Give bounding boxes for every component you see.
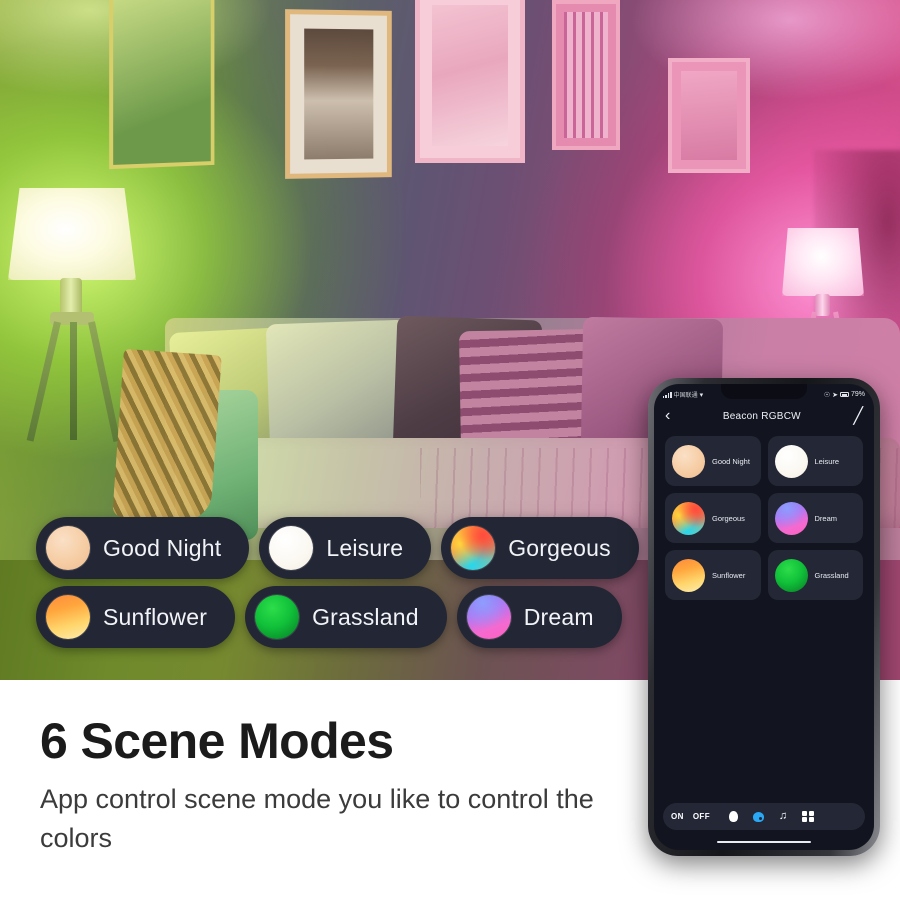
- palette-icon: [752, 811, 764, 822]
- scene-swatch-icon: [774, 444, 808, 478]
- wall-frame-3: [415, 0, 525, 163]
- wall-frame-1: [109, 0, 215, 170]
- scene-chip-label: Gorgeous: [508, 534, 611, 561]
- scene-chip-label: Leisure: [326, 534, 404, 561]
- scene-card-label: Sunflower: [712, 570, 746, 580]
- scene-card-gorgeous[interactable]: Gorgeous: [665, 493, 761, 543]
- floor-lamp-leg: [70, 322, 77, 440]
- app-bar: ‹ Beacon RGBCW ╱: [654, 402, 874, 434]
- power-off-button[interactable]: OFF: [693, 812, 710, 821]
- status-bar-left: 中国联通 ▾: [663, 390, 703, 399]
- table-lamp-neck: [815, 294, 830, 316]
- scene-grid: Good Night Leisure Gorgeous Dream Sunflo…: [654, 434, 874, 600]
- power-on-button[interactable]: ON: [671, 812, 684, 821]
- bottom-tab-bar: ON OFF ♫: [663, 803, 865, 830]
- wall-frame-5: [668, 58, 750, 173]
- alarm-icon: ☉: [823, 391, 831, 399]
- tab-music[interactable]: ♫: [777, 811, 789, 823]
- tab-scenes[interactable]: [802, 810, 814, 823]
- battery-icon: [839, 392, 849, 397]
- back-chevron-icon[interactable]: ‹: [665, 407, 670, 425]
- scene-card-sunflower[interactable]: Sunflower: [665, 550, 761, 600]
- floor-lamp-shade: [8, 188, 136, 280]
- device-title: Beacon RGBCW: [722, 410, 801, 422]
- scene-card-label: Dream: [814, 513, 838, 523]
- scene-card-grassland[interactable]: Grassland: [767, 550, 863, 600]
- scene-chip-row-1: Good Night Leisure Gorgeous: [36, 517, 646, 579]
- phone-mockup: 中国联通 ▾ 11:08 ☉ ➤ 79% ‹ Beacon RGBCW ╱: [648, 378, 880, 856]
- scene-chip-grassland[interactable]: Grassland: [245, 586, 447, 648]
- scene-swatch-icon: [672, 501, 705, 535]
- phone-screen: 中国联通 ▾ 11:08 ☉ ➤ 79% ‹ Beacon RGBCW ╱: [654, 384, 874, 850]
- scene-swatch-icon: [466, 595, 511, 639]
- wall-frame-2: [285, 9, 392, 179]
- signal-bars-icon: [663, 391, 672, 398]
- wall-frame-4: [552, 0, 620, 150]
- scene-card-label: Good Night: [712, 456, 750, 466]
- scene-chip-label: Dream: [523, 603, 594, 630]
- page-title: 6 Scene Modes: [40, 713, 394, 769]
- scene-chip-gorgeous[interactable]: Gorgeous: [441, 517, 639, 579]
- scene-card-label: Grassland: [814, 570, 849, 580]
- knitted-throw: [112, 348, 222, 524]
- sofa-pillow: [265, 319, 411, 455]
- scene-chip-row-2: Sunflower Grassland Dream: [36, 586, 646, 648]
- home-indicator: [717, 840, 811, 843]
- tab-white-light[interactable]: [727, 811, 739, 823]
- promo-banner: Good Night Leisure Gorgeous Sunflower Gr…: [0, 0, 900, 900]
- grid-icon: [802, 810, 814, 823]
- scene-swatch-icon: [672, 558, 705, 592]
- scene-swatch-icon: [255, 595, 300, 639]
- scene-chip-leisure[interactable]: Leisure: [259, 517, 432, 579]
- scene-chip-sunflower[interactable]: Sunflower: [36, 586, 236, 648]
- tab-palette[interactable]: [752, 811, 764, 823]
- scene-card-leisure[interactable]: Leisure: [767, 436, 863, 486]
- wifi-icon: ▾: [699, 391, 704, 399]
- music-note-icon: ♫: [778, 810, 788, 822]
- scene-chip-label: Sunflower: [103, 603, 208, 630]
- location-icon: ➤: [832, 391, 838, 399]
- scene-chip-dream[interactable]: Dream: [456, 586, 622, 648]
- carrier-label: 中国联通: [673, 393, 698, 399]
- scene-card-label: Gorgeous: [712, 513, 745, 523]
- scene-card-good-night[interactable]: Good Night: [665, 436, 761, 486]
- scene-swatch-icon: [46, 595, 90, 639]
- table-lamp-shade: [782, 228, 864, 296]
- battery-percent-label: 79%: [850, 391, 865, 398]
- scene-chip-good-night[interactable]: Good Night: [36, 517, 250, 579]
- edit-pencil-icon[interactable]: ╱: [853, 406, 863, 426]
- page-subtitle: App control scene mode you like to contr…: [40, 784, 594, 854]
- scene-chip-label: Good Night: [103, 534, 222, 561]
- status-bar-right: ☉ ➤ 79%: [824, 391, 865, 399]
- scene-card-label: Leisure: [814, 456, 840, 466]
- scene-swatch-icon: [774, 501, 808, 535]
- scene-swatch-icon: [774, 558, 808, 592]
- scene-swatch-icon: [672, 444, 705, 478]
- scene-chip-overlay: Good Night Leisure Gorgeous Sunflower Gr…: [36, 517, 646, 655]
- tab-icons: ♫: [727, 811, 814, 823]
- scene-swatch-icon: [451, 526, 496, 570]
- phone-notch: [721, 384, 807, 399]
- power-controls: ON OFF: [671, 812, 715, 821]
- scene-swatch-icon: [46, 526, 90, 570]
- bulb-icon: [728, 811, 738, 822]
- scene-swatch-icon: [269, 526, 314, 570]
- scene-card-dream[interactable]: Dream: [767, 493, 863, 543]
- scene-chip-label: Grassland: [312, 603, 419, 630]
